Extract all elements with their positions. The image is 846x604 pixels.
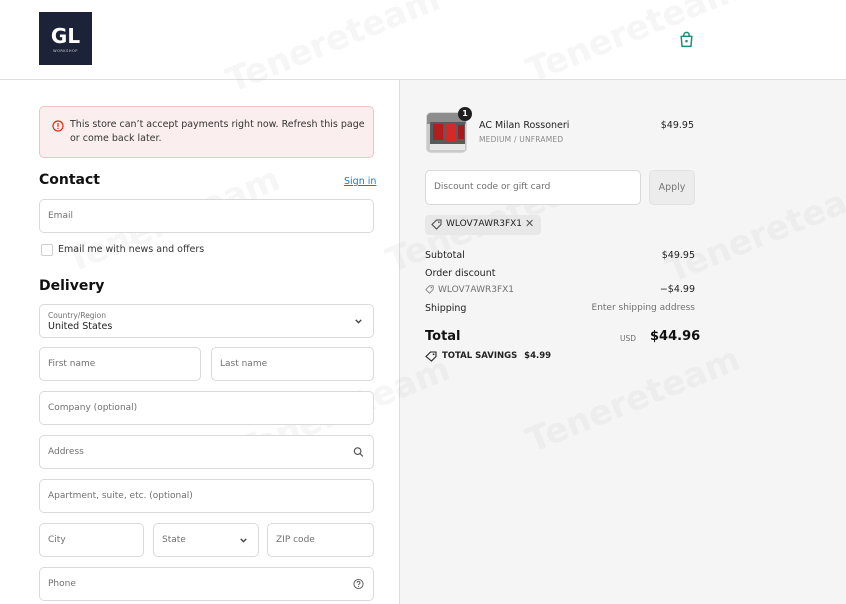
discount-value: −$4.99 [659, 284, 695, 295]
state-select[interactable]: State [153, 523, 259, 557]
savings-label: TOTAL SAVINGS [442, 351, 518, 361]
country-select[interactable]: Country/Region United States [39, 304, 374, 338]
help-circle-icon[interactable] [353, 578, 364, 590]
savings-value: $4.99 [524, 351, 552, 361]
zip-placeholder: ZIP code [276, 535, 315, 545]
subtotal-value: $49.95 [661, 250, 695, 261]
product-price: $49.95 [660, 120, 694, 131]
country-value: United States [48, 321, 113, 332]
chevron-down-icon [355, 319, 362, 324]
logo-text: GL [50, 23, 81, 48]
company-field[interactable]: Company (optional) [39, 391, 374, 425]
state-placeholder: State [162, 535, 186, 545]
discount-code-field[interactable]: Discount code or gift card [425, 170, 641, 205]
apartment-placeholder: Apartment, suite, etc. (optional) [48, 491, 193, 501]
city-field[interactable]: City [39, 523, 144, 557]
apartment-field[interactable]: Apartment, suite, etc. (optional) [39, 479, 374, 513]
address-placeholder: Address [48, 447, 84, 457]
total-savings: TOTAL SAVINGS $4.99 [442, 351, 551, 361]
applied-code: WLOV7AWR3FX1 [446, 219, 523, 229]
discount-placeholder: Discount code or gift card [434, 182, 551, 192]
address-field[interactable]: Address [39, 435, 374, 469]
contact-heading: Contact [39, 172, 100, 188]
country-label: Country/Region [48, 311, 106, 320]
remove-discount-button[interactable]: ✕ [525, 217, 534, 230]
product-name: AC Milan Rossoneri [479, 120, 570, 131]
subtotal-label: Subtotal [425, 250, 465, 261]
header: GL WORKSHOP [0, 0, 846, 80]
last-name-field[interactable]: Last name [211, 347, 374, 381]
payment-error-alert: This store can’t accept payments right n… [39, 106, 374, 158]
logo-subtext: WORKSHOP [53, 48, 78, 53]
apply-button[interactable]: Apply [649, 170, 695, 205]
shipping-label: Shipping [425, 303, 467, 314]
error-circle-icon [52, 120, 64, 132]
savings-tag-icon [425, 351, 437, 362]
email-placeholder: Email [48, 211, 73, 221]
discount-code-label: WLOV7AWR3FX1 [438, 285, 515, 295]
city-placeholder: City [48, 535, 66, 545]
last-name-placeholder: Last name [220, 359, 268, 369]
company-placeholder: Company (optional) [48, 403, 138, 413]
product-variant: MEDIUM / UNFRAMED [479, 135, 564, 144]
alert-message: This store can’t accept payments right n… [70, 119, 365, 144]
sign-in-link[interactable]: Sign in [344, 176, 376, 187]
currency-code: USD [620, 334, 637, 343]
tag-icon [425, 285, 434, 294]
newsletter-label: Email me with news and offers [58, 244, 205, 255]
shipping-value: Enter shipping address [591, 303, 695, 313]
total-value: $44.96 [650, 329, 701, 344]
store-logo[interactable]: GL WORKSHOP [39, 12, 92, 65]
shopping-bag-icon[interactable] [678, 31, 695, 48]
applied-discount-chip: WLOV7AWR3FX1 ✕ [425, 215, 541, 235]
email-field[interactable]: Email [39, 199, 374, 233]
phone-field[interactable]: Phone [39, 567, 374, 601]
quantity-badge: 1 [458, 107, 472, 121]
delivery-heading: Delivery [39, 278, 105, 294]
newsletter-checkbox[interactable] [41, 244, 53, 256]
total-label: Total [425, 329, 461, 344]
phone-placeholder: Phone [48, 579, 76, 589]
zip-field[interactable]: ZIP code [267, 523, 374, 557]
order-discount-label: Order discount [425, 268, 496, 279]
search-icon [353, 447, 364, 457]
first-name-placeholder: First name [48, 359, 96, 369]
first-name-field[interactable]: First name [39, 347, 201, 381]
tag-icon [431, 219, 442, 230]
chevron-down-icon [240, 538, 247, 543]
